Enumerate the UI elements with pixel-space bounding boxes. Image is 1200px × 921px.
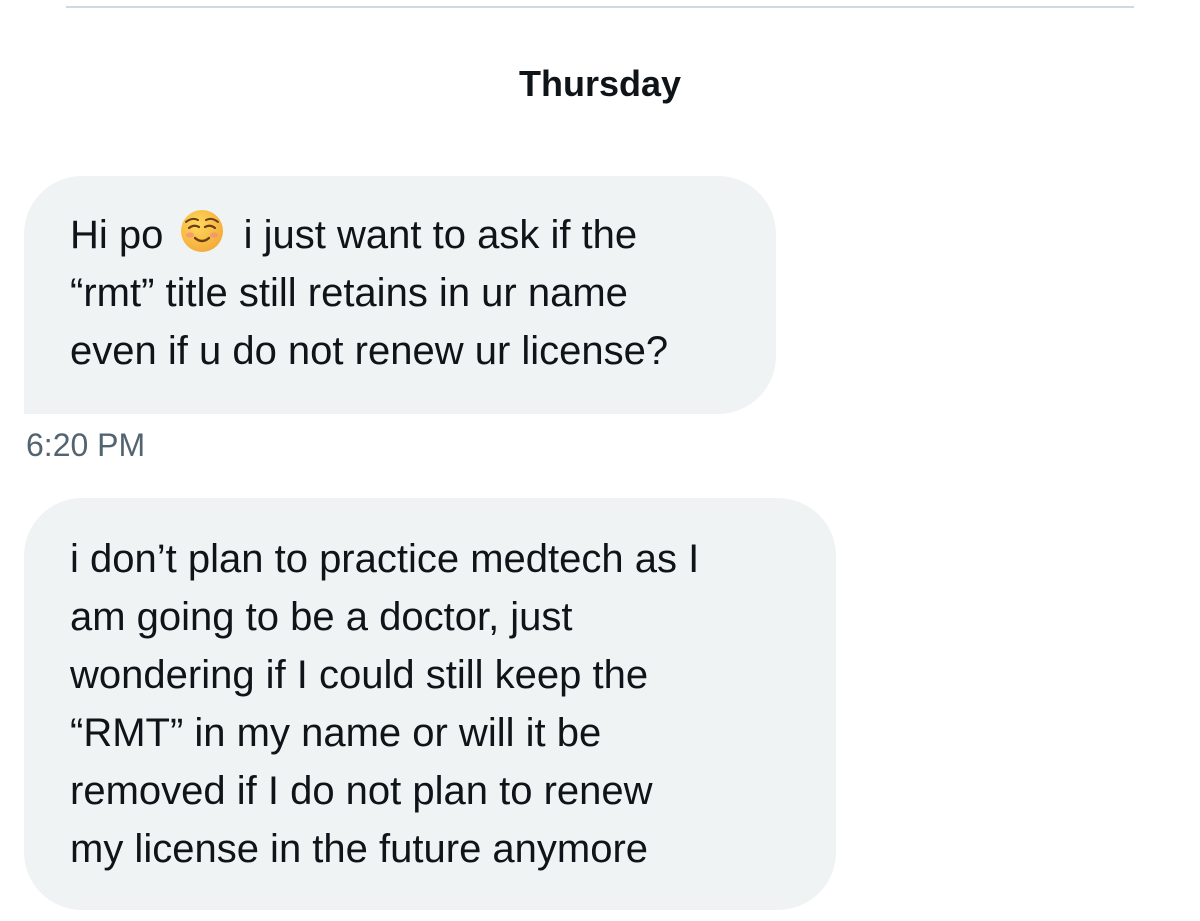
top-divider bbox=[66, 6, 1134, 8]
message-line: am going to be a doctor, just bbox=[70, 595, 573, 639]
message-text: Hi po bbox=[70, 213, 164, 257]
dm-conversation: Thursday Hi po i just want to ask if the… bbox=[0, 0, 1200, 921]
message-text: i just want to ask if the bbox=[243, 213, 638, 257]
message-line: even if u do not renew ur license? bbox=[70, 329, 669, 373]
message-line: “RMT” in my name or will it be bbox=[70, 711, 602, 755]
message-line: removed if I do not plan to renew bbox=[70, 769, 653, 813]
message-bubble[interactable]: Hi po i just want to ask if the “rmt” ti… bbox=[24, 176, 776, 414]
message-line: i don’t plan to practice medtech as I bbox=[70, 537, 700, 581]
message-line: wondering if I could still keep the bbox=[70, 653, 649, 697]
message-bubble[interactable]: i don’t plan to practice medtech as I am… bbox=[24, 498, 836, 910]
relieved-face-icon bbox=[179, 208, 225, 254]
message-line: my license in the future anymore bbox=[70, 827, 649, 871]
message-timestamp: 6:20 PM bbox=[26, 427, 146, 463]
day-separator: Thursday bbox=[518, 63, 682, 104]
message-line: “rmt” title still retains in ur name bbox=[70, 271, 628, 315]
message-line: Hi po i just want to ask if the bbox=[70, 206, 732, 264]
